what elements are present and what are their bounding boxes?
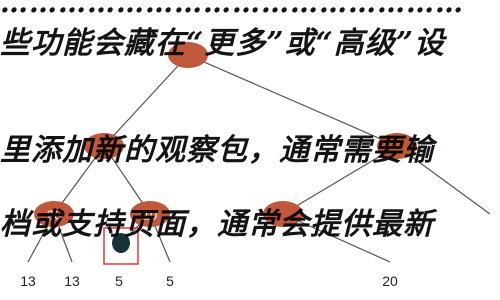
overlay-text-line-2: 里添加新的观察包，通常需要输 xyxy=(0,133,434,168)
leaf-label-13b: 13 xyxy=(64,273,80,289)
leaf-label-5b: 5 xyxy=(166,273,174,289)
image-canvas: 26 10 13 13 5 5 20 ………………………………………… 些功能会… xyxy=(0,0,500,300)
overlay-text-line-top: ………………………………………… xyxy=(0,0,464,19)
overlay-text-line-3: 档或支持页面，通常会提供最新 xyxy=(0,207,434,242)
overlay-text-line-1: 些功能会藏在“更多”或“高级”设 xyxy=(0,26,446,61)
leaf-label-5a: 5 xyxy=(115,273,123,289)
leaf-label-13a: 13 xyxy=(20,273,36,289)
leaf-label-20: 20 xyxy=(382,273,398,289)
